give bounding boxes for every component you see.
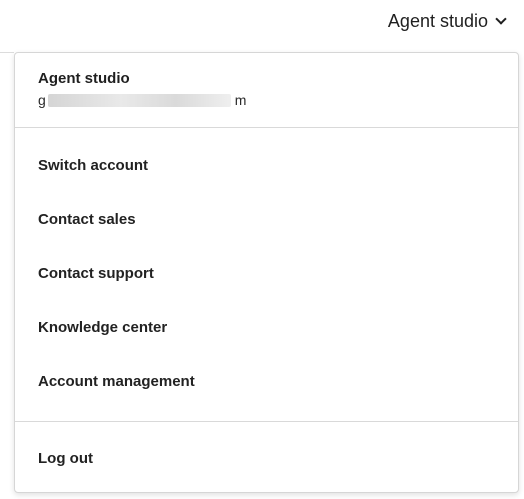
account-info: Agent studio g m — [15, 53, 518, 127]
menu-item-account-management[interactable]: Account management — [15, 355, 518, 409]
menu-item-log-out[interactable]: Log out — [15, 432, 518, 486]
menu-item-contact-support[interactable]: Contact support — [15, 247, 518, 301]
top-bar: Agent studio — [0, 0, 524, 50]
menu-item-knowledge-center[interactable]: Knowledge center — [15, 301, 518, 355]
email-suffix: m — [234, 92, 247, 108]
header-divider — [0, 52, 14, 53]
email-redaction — [47, 93, 231, 107]
account-email: g m — [38, 91, 518, 109]
logout-section: Log out — [15, 422, 518, 486]
account-name: Agent studio — [38, 70, 130, 87]
menu-list: Switch account Contact sales Contact sup… — [15, 128, 518, 421]
chevron-down-icon — [495, 13, 507, 25]
account-menu-label: Agent studio — [387, 10, 488, 31]
account-dropdown-menu: Agent studio g m Switch account Contact … — [14, 52, 519, 493]
account-menu-toggle[interactable]: Agent studio — [387, 8, 507, 34]
menu-item-contact-sales[interactable]: Contact sales — [15, 193, 518, 247]
menu-item-switch-account[interactable]: Switch account — [15, 139, 518, 193]
email-prefix: g — [38, 92, 46, 108]
